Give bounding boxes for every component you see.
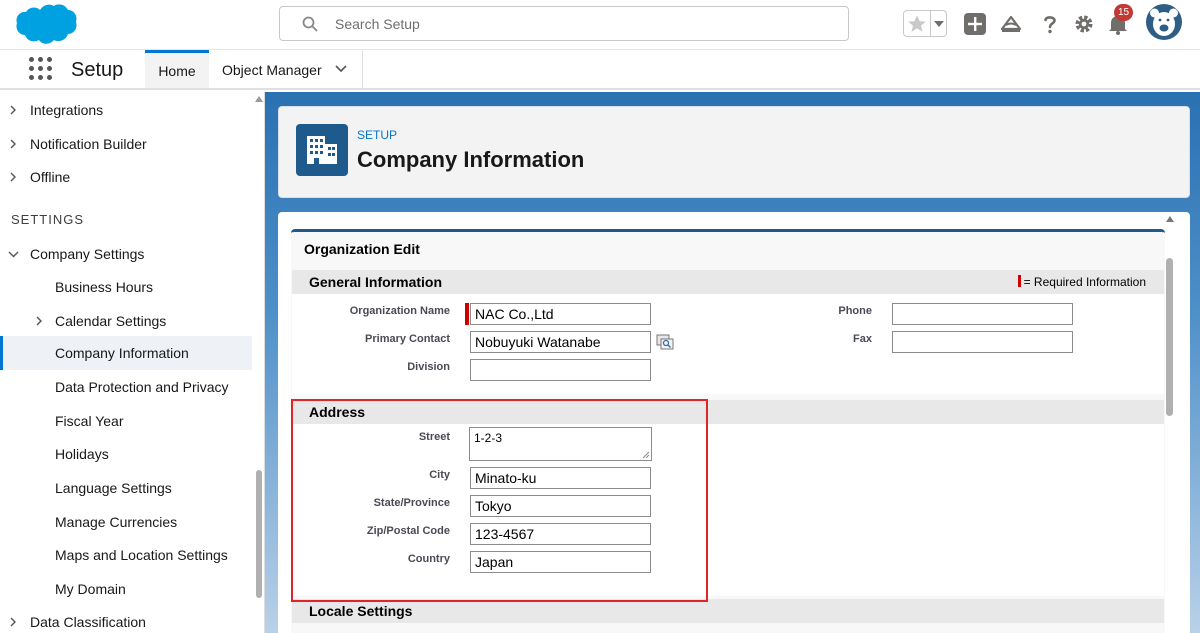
section-title: Locale Settings: [309, 603, 413, 619]
sidebar-item-integrations[interactable]: Integrations: [0, 94, 252, 126]
locale-settings-header: Locale Settings: [292, 599, 1164, 623]
favorites-button[interactable]: [903, 10, 947, 37]
help-icon[interactable]: [1039, 13, 1061, 35]
chevron-right-icon[interactable]: [9, 617, 17, 627]
lookup-icon[interactable]: [656, 333, 674, 351]
search-icon: [302, 16, 318, 32]
general-info-body: Organization Name NAC Co.,Ltd Primary Co…: [292, 294, 1164, 394]
sidebar-item-label: My Domain: [55, 581, 126, 597]
phone-label: Phone: [838, 305, 872, 317]
sidebar-item-label: Data Classification: [30, 614, 146, 630]
scroll-up-arrow-icon[interactable]: [1166, 216, 1174, 222]
phone-field[interactable]: [892, 303, 1073, 325]
sidebar-item-label: Fiscal Year: [55, 413, 124, 429]
chevron-right-icon[interactable]: [9, 105, 17, 115]
search-box[interactable]: Search Setup: [279, 6, 849, 41]
sidebar-item-label: Integrations: [30, 102, 104, 118]
sidebar-item-label: Manage Currencies: [55, 514, 178, 530]
required-marker: [1017, 275, 1021, 287]
favorites-divider: [930, 11, 931, 36]
sidebar-item-data-classification[interactable]: Data Classification: [0, 606, 252, 633]
division-label: Division: [407, 361, 450, 373]
sidebar-item-label: Offline: [30, 169, 71, 185]
sidebar-section-heading: SETTINGS: [11, 212, 85, 227]
sidebar-item-label: Holidays: [55, 446, 109, 462]
sidebar-item-holidays[interactable]: Holidays: [0, 438, 252, 470]
sidebar-item-label: Data Protection and Privacy: [55, 379, 229, 395]
sidebar-item-offline[interactable]: Offline: [0, 161, 252, 193]
required-legend: = Required Information: [1017, 275, 1146, 289]
salesforce-logo[interactable]: [14, 2, 78, 46]
chevron-right-icon[interactable]: [35, 316, 43, 326]
sidebar-item-label: Language Settings: [55, 480, 172, 496]
search-placeholder: Search Setup: [335, 16, 420, 32]
tab-home[interactable]: Home: [145, 50, 209, 88]
block-title: Organization Edit: [304, 241, 420, 257]
required-marker: [465, 303, 469, 325]
notification-count-badge: 15: [1114, 4, 1133, 21]
sidebar-item-my-domain[interactable]: My Domain: [0, 573, 252, 605]
primary-contact-field[interactable]: Nobuyuki Watanabe: [470, 331, 651, 353]
division-field[interactable]: [470, 359, 651, 381]
global-header: Search Setup 15: [0, 0, 1200, 50]
primary-contact-label: Primary Contact: [365, 333, 450, 345]
add-icon[interactable]: [964, 13, 986, 35]
tab-object-manager-label: Object Manager: [222, 62, 322, 78]
fax-label: Fax: [853, 333, 872, 345]
fax-field[interactable]: [892, 331, 1073, 353]
tab-object-manager[interactable]: Object Manager: [209, 50, 363, 88]
star-icon: [908, 15, 926, 32]
context-bar: Setup Home Object Manager: [0, 50, 1200, 90]
sidebar-item-language-settings[interactable]: Language Settings: [0, 472, 252, 504]
sidebar-item-label: Company Information: [55, 345, 189, 361]
user-avatar[interactable]: [1146, 4, 1182, 40]
sidebar-item-label: Company Settings: [30, 246, 145, 262]
address-highlight-box: [291, 399, 708, 602]
org-name-label: Organization Name: [349, 305, 450, 317]
sidebar-item-company-information[interactable]: Company Information: [0, 336, 252, 370]
gear-icon[interactable]: [1073, 13, 1095, 35]
sidebar-item-label: Calendar Settings: [55, 313, 167, 329]
chevron-down-icon[interactable]: [934, 21, 944, 27]
sidebar-item-business-hours[interactable]: Business Hours: [0, 271, 252, 303]
app-launcher-icon[interactable]: [29, 57, 53, 81]
sidebar-item-label: Maps and Location Settings: [55, 547, 228, 563]
general-info-header: General Information = Required Informati…: [292, 270, 1164, 294]
app-name: Setup: [71, 59, 124, 81]
sidebar-item-data-protection[interactable]: Data Protection and Privacy: [0, 371, 252, 403]
sidebar-item-fiscal-year[interactable]: Fiscal Year: [0, 405, 252, 437]
chevron-down-icon[interactable]: [8, 251, 19, 258]
trailhead-icon[interactable]: [1000, 13, 1022, 35]
sidebar-item-label: Notification Builder: [30, 136, 147, 152]
page-header: SETUP Company Information: [278, 106, 1190, 198]
sidebar-item-manage-currencies[interactable]: Manage Currencies: [0, 506, 252, 538]
sidebar-item-label: Business Hours: [55, 279, 154, 295]
sidebar-scroll-thumb[interactable]: [256, 470, 262, 598]
sidebar-item-maps-location[interactable]: Maps and Location Settings: [0, 539, 252, 571]
sidebar-item-calendar-settings[interactable]: Calendar Settings: [0, 305, 252, 337]
setup-sidebar: Integrations Notification Builder Offlin…: [0, 92, 265, 633]
required-legend-text: = Required Information: [1023, 275, 1146, 289]
sidebar-item-notification-builder[interactable]: Notification Builder: [0, 128, 252, 160]
section-title: General Information: [309, 274, 443, 290]
sidebar-item-company-settings[interactable]: Company Settings: [0, 238, 252, 270]
building-icon: [296, 124, 348, 176]
chevron-down-icon[interactable]: [335, 65, 347, 73]
chevron-right-icon[interactable]: [9, 139, 17, 149]
scroll-up-arrow-icon[interactable]: [255, 96, 263, 102]
chevron-right-icon[interactable]: [9, 172, 17, 182]
content-scroll-thumb[interactable]: [1166, 258, 1173, 416]
page-eyebrow: SETUP: [357, 128, 398, 142]
org-name-field[interactable]: NAC Co.,Ltd: [470, 303, 651, 325]
page-title: Company Information: [357, 147, 585, 172]
